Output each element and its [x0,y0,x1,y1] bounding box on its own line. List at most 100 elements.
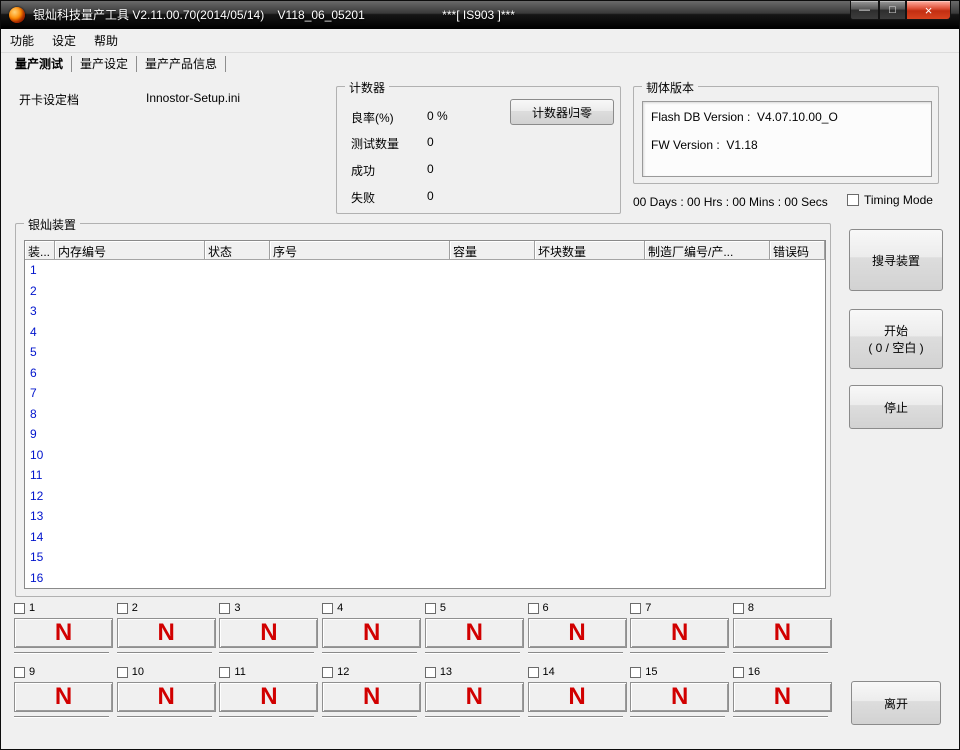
slot-number-label: 4 [337,602,343,614]
table-row[interactable]: 16 [25,568,825,589]
fw-version: FW Version : V1.18 [651,138,758,152]
search-devices-button[interactable]: 搜寻装置 [849,229,943,291]
column-header[interactable]: 坏块数量 [535,241,645,259]
table-row[interactable]: 1 [25,260,825,281]
titlebar[interactable]: 银灿科技量产工具 V2.11.00.70(2014/05/14) V118_06… [1,1,959,29]
checkbox-icon [847,194,859,206]
slot-number-label: 16 [748,666,760,678]
exit-button[interactable]: 离开 [851,681,941,725]
slot-progress-line [630,652,725,654]
column-header[interactable]: 内存编号 [55,241,205,259]
slot-checkbox[interactable] [219,603,230,614]
row-number: 6 [25,366,37,380]
table-row[interactable]: 5 [25,342,825,363]
column-header[interactable]: 状态 [205,241,270,259]
slot-cell: 11N [219,665,318,718]
table-row[interactable]: 4 [25,322,825,343]
slot-checkbox[interactable] [425,603,436,614]
slot-cell: 9N [14,665,113,718]
table-row[interactable]: 9 [25,424,825,445]
slot-progress-line [528,716,623,718]
minimize-button[interactable]: — [850,1,879,20]
slot-progress-line [14,716,109,718]
table-row[interactable]: 13 [25,506,825,527]
slot-checkbox[interactable] [117,667,128,678]
maximize-button[interactable]: □ [879,1,906,20]
slot-header: 6 [528,601,627,615]
row-number: 15 [25,550,43,564]
slot-status-display: N [14,618,113,648]
success-value: 0 [427,162,434,176]
slot-header: 8 [733,601,832,615]
stop-button[interactable]: 停止 [849,385,943,429]
close-icon: × [925,3,933,18]
slot-checkbox[interactable] [733,667,744,678]
slot-checkbox[interactable] [117,603,128,614]
maximize-icon: □ [889,4,896,16]
menu-item-function[interactable]: 功能 [1,29,43,52]
row-number: 12 [25,489,43,503]
fail-value: 0 [427,189,434,203]
slot-header: 14 [528,665,627,679]
slot-number-label: 12 [337,666,349,678]
slot-status-display: N [425,682,524,712]
slot-cell: 13 N [425,665,524,718]
table-row[interactable]: 11 [25,465,825,486]
slot-checkbox[interactable] [733,603,744,614]
slot-checkbox[interactable] [322,603,333,614]
slot-cell: 1N [14,601,113,654]
tab-production-product-info[interactable]: 量产产品信息 [137,56,226,72]
slot-cell: 15N [630,665,729,718]
slot-checkbox[interactable] [322,667,333,678]
tab-production-settings[interactable]: 量产设定 [72,56,137,72]
row-number: 2 [25,284,37,298]
slot-checkbox[interactable] [425,667,436,678]
slot-number-label: 9 [29,666,35,678]
slot-status-display: N [117,618,216,648]
column-header[interactable]: 错误码 [770,241,825,259]
column-header[interactable]: 制造厂编号/产... [645,241,770,259]
slot-cell: 5N [425,601,524,654]
column-header[interactable]: 容量 [450,241,535,259]
table-row[interactable]: 8 [25,404,825,425]
slot-checkbox[interactable] [219,667,230,678]
menu-item-settings[interactable]: 设定 [43,29,85,52]
slot-header: 4 [322,601,421,615]
slot-status-display: N [630,682,729,712]
window-title: 银灿科技量产工具 V2.11.00.70(2014/05/14) V118_06… [33,6,365,23]
row-number: 14 [25,530,43,544]
window-controls: — □ × [850,1,951,20]
slot-checkbox[interactable] [630,603,641,614]
slot-number-label: 13 [440,666,452,678]
table-row[interactable]: 2 [25,281,825,302]
menubar: 功能 设定 帮助 [1,29,959,53]
slot-number-label: 10 [132,666,144,678]
slot-number-label: 11 [234,666,245,678]
close-button[interactable]: × [906,1,951,20]
slot-progress-line [528,652,623,654]
slot-checkbox[interactable] [14,603,25,614]
table-row[interactable]: 3 [25,301,825,322]
slot-checkbox[interactable] [528,667,539,678]
column-header[interactable]: 序号 [270,241,450,259]
start-button[interactable]: 开始 ( 0 / 空白 ) [849,309,943,369]
table-row[interactable]: 15 [25,547,825,568]
slot-progress-line [630,716,725,718]
slot-checkbox[interactable] [14,667,25,678]
table-row[interactable]: 14 [25,527,825,548]
column-header[interactable]: 装... [25,241,55,259]
table-row[interactable]: 6 [25,363,825,384]
table-row[interactable]: 10 [25,445,825,466]
table-row[interactable]: 12 [25,486,825,507]
slot-status-display: N [733,682,832,712]
slot-status-display: N [219,618,318,648]
slot-checkbox[interactable] [528,603,539,614]
slot-checkbox[interactable] [630,667,641,678]
menu-item-help[interactable]: 帮助 [85,29,127,52]
counter-reset-button[interactable]: 计数器归零 [510,99,614,125]
timing-mode-checkbox[interactable]: Timing Mode [847,193,933,207]
slot-progress-line [425,716,520,718]
table-row[interactable]: 7 [25,383,825,404]
row-number: 7 [25,386,37,400]
tab-production-test[interactable]: 量产测试 [7,56,72,72]
